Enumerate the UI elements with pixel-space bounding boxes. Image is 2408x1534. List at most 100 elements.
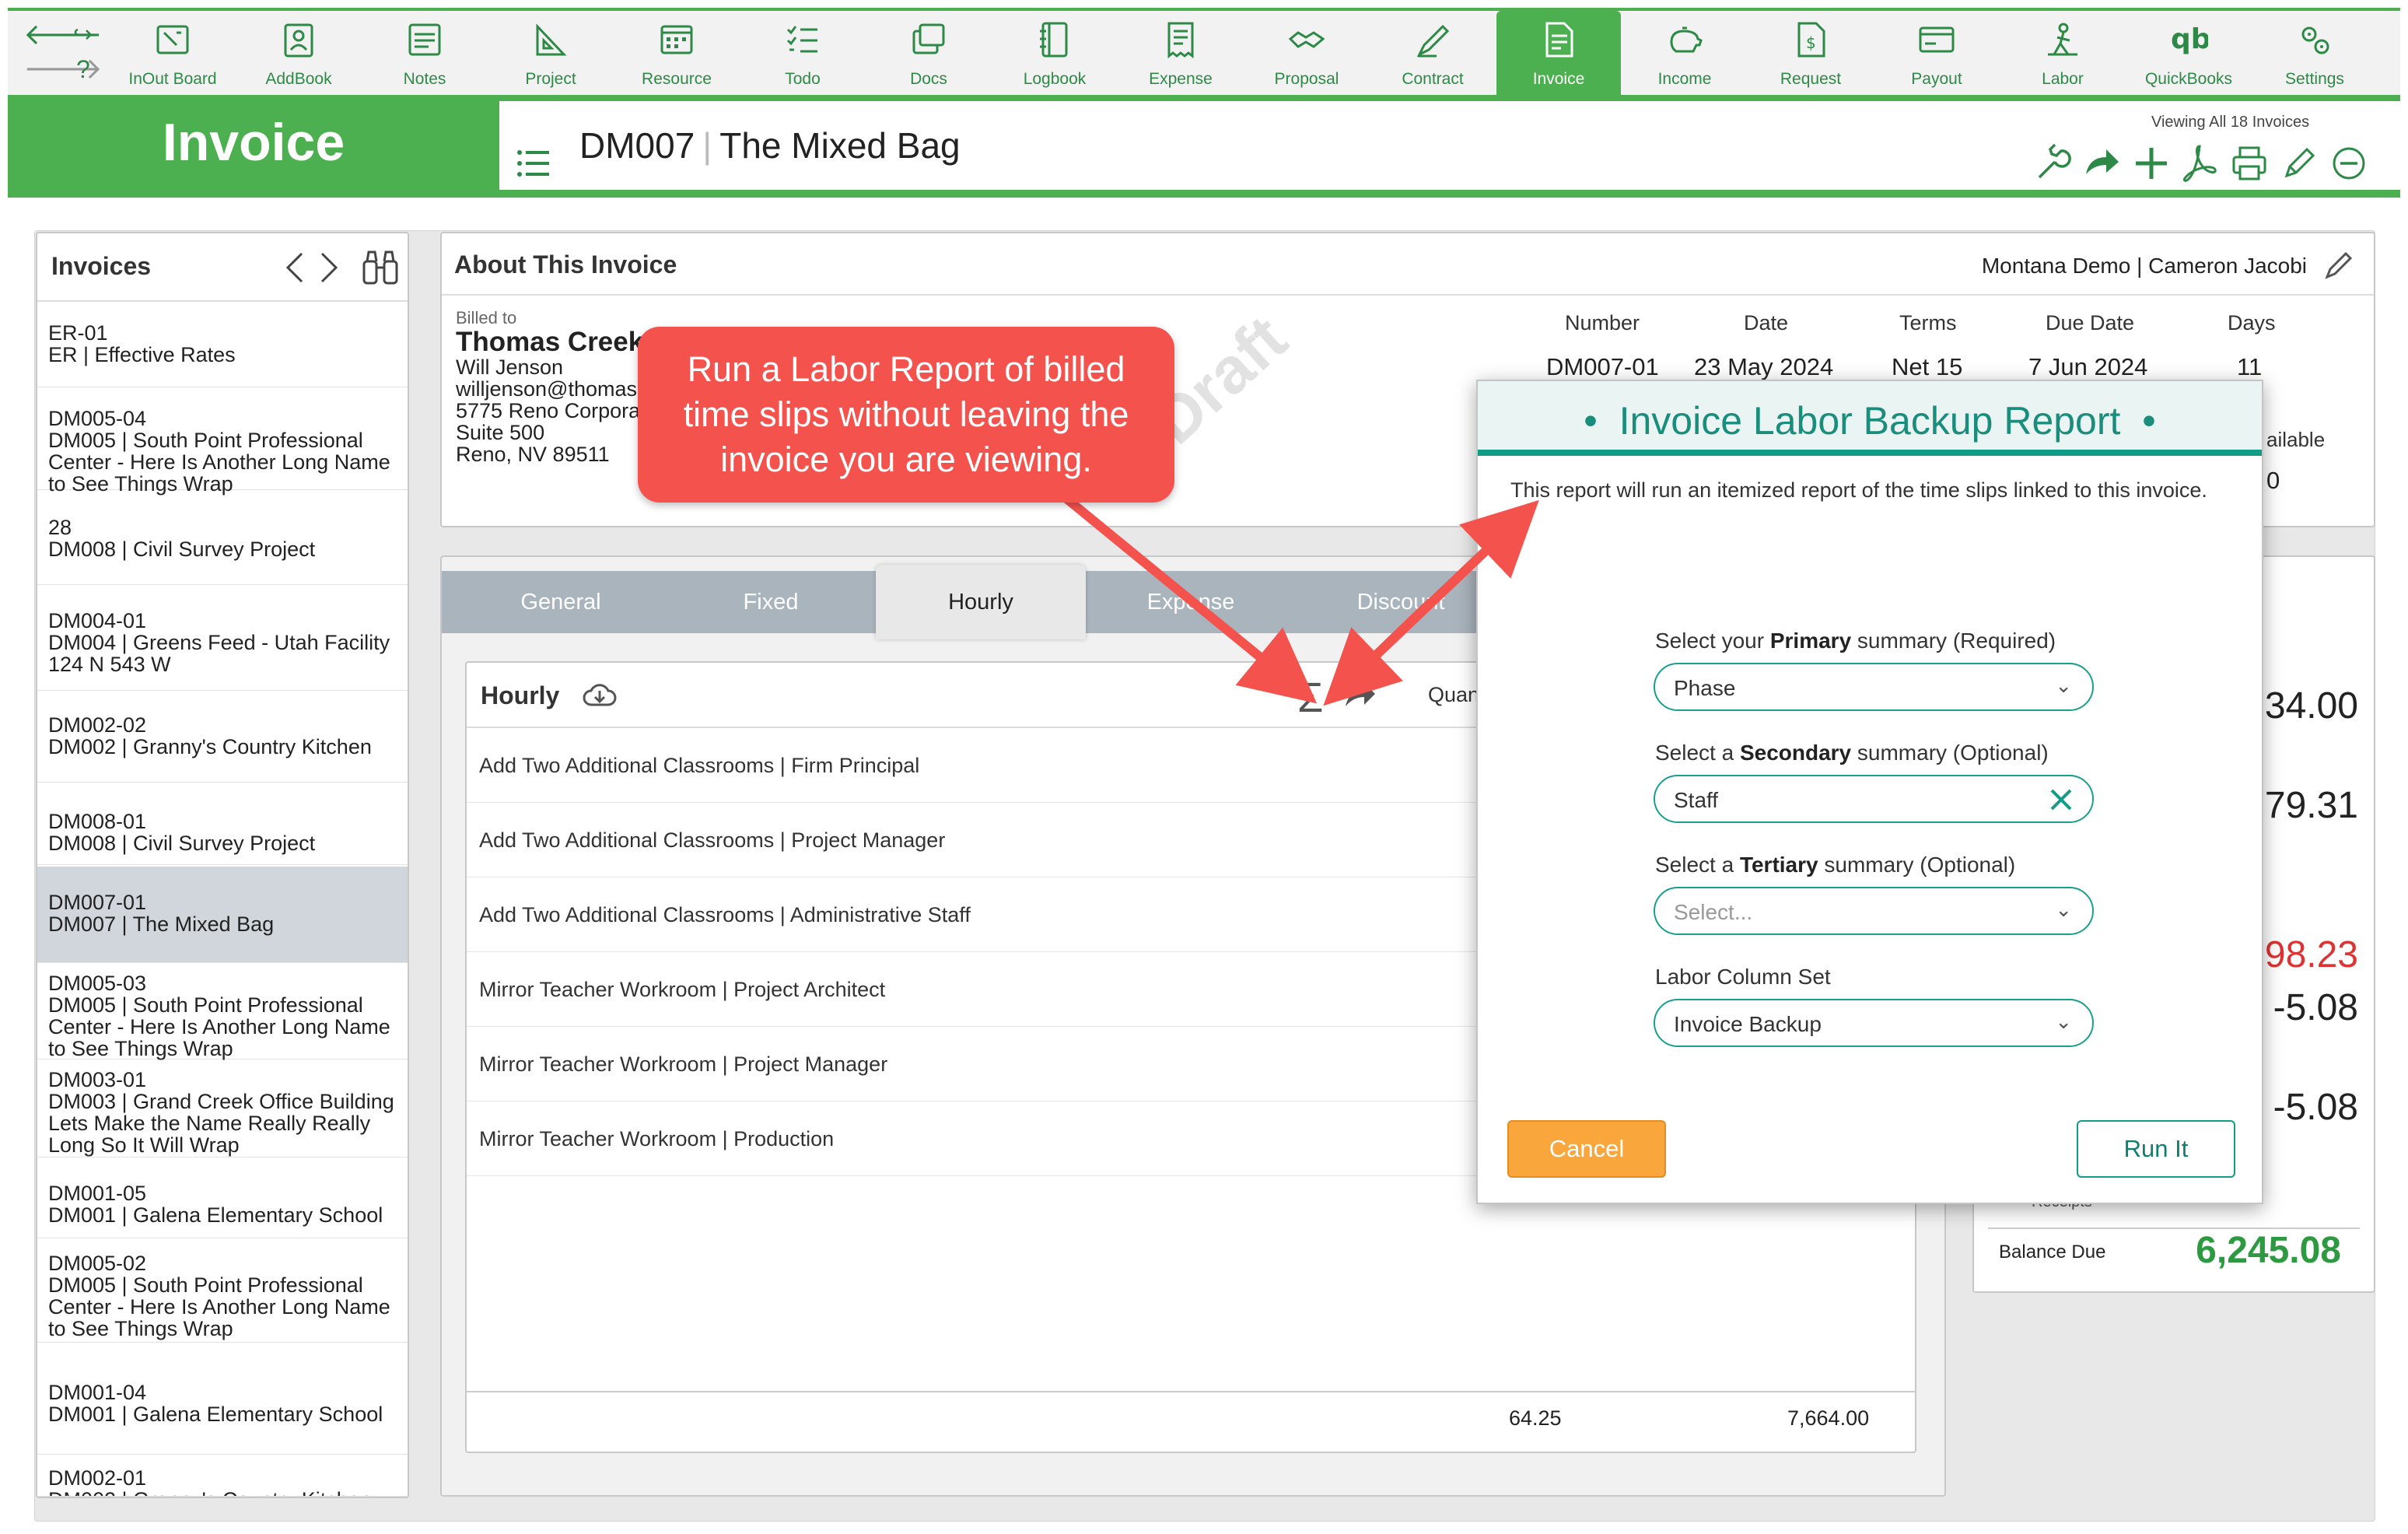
binoculars-icon[interactable]: [361, 249, 400, 290]
toolbar-payout-button[interactable]: Payout: [1874, 11, 1999, 98]
toolbar-quickbooks-button[interactable]: qb QuickBooks: [2126, 11, 2251, 98]
tab-expense[interactable]: Expense: [1086, 571, 1296, 633]
record-title: DM007 | The Mixed Bag: [579, 125, 961, 166]
tertiary-summary-select[interactable]: Select... ⌄: [1654, 887, 2094, 935]
module-title: Invoice: [162, 113, 345, 172]
toolbar-label: Resource: [642, 70, 712, 88]
secondary-summary-value: Staff: [1674, 788, 1719, 812]
labor-column-set-select[interactable]: Invoice Backup ⌄: [1654, 999, 2094, 1047]
toolbar-label: Request: [1780, 70, 1842, 88]
list-menu-icon[interactable]: [516, 148, 551, 183]
toolbar-resource-button[interactable]: Resource: [614, 11, 739, 98]
wrench-icon[interactable]: [2032, 143, 2072, 184]
hourly-line-item[interactable]: Add Two Additional Classrooms | Project …: [467, 803, 1478, 877]
toolbar-labor-button[interactable]: Labor: [2000, 11, 2125, 98]
invoice-list-item[interactable]: DM001-04 DM001 | Galena Elementary School: [37, 1372, 408, 1455]
edit-pencil-icon[interactable]: [2279, 143, 2319, 184]
invoice-list-item-number: DM008-01: [48, 810, 147, 833]
toolbar-project-button[interactable]: Project: [488, 11, 613, 98]
hourly-line-item[interactable]: Mirror Teacher Workroom | Production: [467, 1101, 1478, 1176]
invoice-list-item[interactable]: DM007-01 DM007 | The Mixed Bag: [37, 867, 408, 963]
run-it-button[interactable]: Run It: [2077, 1120, 2235, 1178]
toolbar-settings-button[interactable]: Settings: [2252, 11, 2377, 98]
secondary-summary-select[interactable]: Staff: [1654, 775, 2094, 823]
invoice-icon: [1496, 20, 1621, 64]
invoice-list-item[interactable]: DM004-01 DM004 | Greens Feed - Utah Facil…: [37, 601, 408, 691]
forward-arrow-icon[interactable]: 🡒: [23, 54, 103, 84]
toolbar-docs-button[interactable]: Docs: [866, 11, 991, 98]
clear-x-icon[interactable]: [2042, 781, 2080, 822]
toolbar-addbook-button[interactable]: AddBook: [236, 11, 361, 98]
client-address-line1: 5775 Reno Corpora: [456, 399, 641, 422]
client-address-line2: Suite 500: [456, 421, 545, 444]
client-city: Reno, NV 89511: [456, 443, 610, 466]
toolbar-expense-button[interactable]: Expense: [1118, 11, 1243, 98]
invoice-list-item-number: DM005-03: [48, 972, 147, 995]
invoice-list-item[interactable]: DM003-01 DM003 | Grand Creek Office Build…: [37, 1059, 408, 1158]
tab-fixed[interactable]: Fixed: [666, 571, 876, 633]
summary-amount-4: -5.08: [2273, 987, 2358, 1028]
forward-share-icon[interactable]: [2081, 143, 2122, 184]
toolbar-todo-button[interactable]: Todo: [740, 11, 865, 98]
invoice-list-item[interactable]: DM008-01 DM008 | Civil Survey Project: [37, 801, 408, 865]
toolbar-request-button[interactable]: $ Request: [1748, 11, 1873, 98]
print-icon[interactable]: [2229, 143, 2270, 184]
invoice-list-item[interactable]: DM002-01DM002 | Granny's Country Kitchen: [37, 1458, 408, 1497]
invoice-list-item-name: DM008 | Civil Survey Project: [48, 832, 316, 855]
chevron-left-icon[interactable]: [283, 250, 306, 289]
tab-hourly[interactable]: Hourly: [876, 565, 1086, 639]
toolbar-contract-button[interactable]: Contract: [1370, 11, 1495, 98]
add-icon[interactable]: [2131, 143, 2172, 184]
invoice-date: 23 May 2024: [1694, 353, 1834, 380]
hourly-line-item[interactable]: Mirror Teacher Workroom | Project Archit…: [467, 952, 1478, 1027]
settings-icon: [2252, 20, 2377, 64]
edit-pencil-icon[interactable]: [2321, 247, 2357, 287]
invoice-list-item-name: ER | Effective Rates: [48, 343, 236, 366]
help-icon[interactable]: ?: [76, 54, 90, 84]
toolbar-logbook-button[interactable]: Logbook: [992, 11, 1117, 98]
toolbar-inout-board-button[interactable]: InOut Board: [110, 11, 235, 98]
invoice-list-item-name: DM003 | Grand Creek Office Building Lets…: [48, 1090, 394, 1157]
pdf-icon[interactable]: [2179, 143, 2220, 184]
share-icon[interactable]: ↪: [73, 20, 93, 50]
invoice-list-item[interactable]: DM005-02 DM005 | South Point Professional…: [37, 1243, 408, 1343]
invoice-list-item[interactable]: ER-01 ER | Effective Rates: [37, 313, 408, 387]
hourly-line-item[interactable]: Mirror Teacher Workroom | Project Manage…: [467, 1027, 1478, 1101]
toolbar-notes-button[interactable]: Notes: [362, 11, 487, 98]
client-contact: Will Jenson: [456, 355, 564, 379]
cancel-button[interactable]: Cancel: [1507, 1120, 1666, 1178]
terms-header: Terms: [1899, 311, 1957, 334]
summary-amount-3: 98.23: [2264, 934, 2358, 975]
viewing-count: Viewing All 18 Invoices: [2151, 114, 2310, 131]
hourly-line-item[interactable]: Add Two Additional Classrooms | Firm Pri…: [467, 728, 1478, 803]
tab-discount[interactable]: Discount: [1296, 571, 1506, 633]
sigma-summary-icon[interactable]: Σ: [1297, 674, 1323, 722]
hourly-line-item[interactable]: Add Two Additional Classrooms | Administ…: [467, 877, 1478, 952]
primary-summary-value: Phase: [1674, 676, 1736, 700]
invoice-number: DM007-01: [1546, 353, 1659, 380]
toolbar-proposal-button[interactable]: Proposal: [1244, 11, 1369, 98]
primary-summary-select[interactable]: Phase ⌄: [1654, 663, 2094, 711]
toolbar-label: QuickBooks: [2144, 70, 2233, 88]
hourly-title: Hourly: [481, 681, 560, 709]
chevron-right-icon[interactable]: [317, 250, 341, 289]
forward-share-icon[interactable]: [1342, 680, 1378, 715]
income-icon: [1622, 20, 1747, 64]
toolbar-label: Docs: [910, 70, 947, 88]
toolbar-invoice-button[interactable]: Invoice: [1496, 11, 1621, 98]
toolbar-income-button[interactable]: Income: [1622, 11, 1747, 98]
remove-icon[interactable]: [2329, 143, 2369, 184]
invoice-list-item[interactable]: DM002-02 DM002 | Granny's Country Kitchen: [37, 705, 408, 783]
invoice-due-date: 7 Jun 2024: [2028, 353, 2148, 380]
toolbar-label: Expense: [1149, 70, 1213, 88]
invoice-list-item[interactable]: DM005-03 DM005 | South Point Professional…: [37, 963, 408, 1059]
invoice-list-item-name: DM005 | South Point Professional Center …: [48, 429, 390, 496]
invoice-list-item-number: DM004-01: [48, 609, 147, 632]
invoice-list-item[interactable]: DM001-05 DM001 | Galena Elementary School: [37, 1173, 408, 1238]
cloud-download-icon[interactable]: [582, 680, 618, 715]
tab-general[interactable]: General: [456, 571, 666, 633]
invoice-list-item[interactable]: DM005-04 DM005 | South Point Professional…: [37, 398, 408, 495]
invoice-list-item[interactable]: 28 DM008 | Civil Survey Project: [37, 507, 408, 585]
chevron-down-icon: ⌄: [2055, 898, 2072, 921]
labor-column-set-value: Invoice Backup: [1674, 1012, 1822, 1036]
